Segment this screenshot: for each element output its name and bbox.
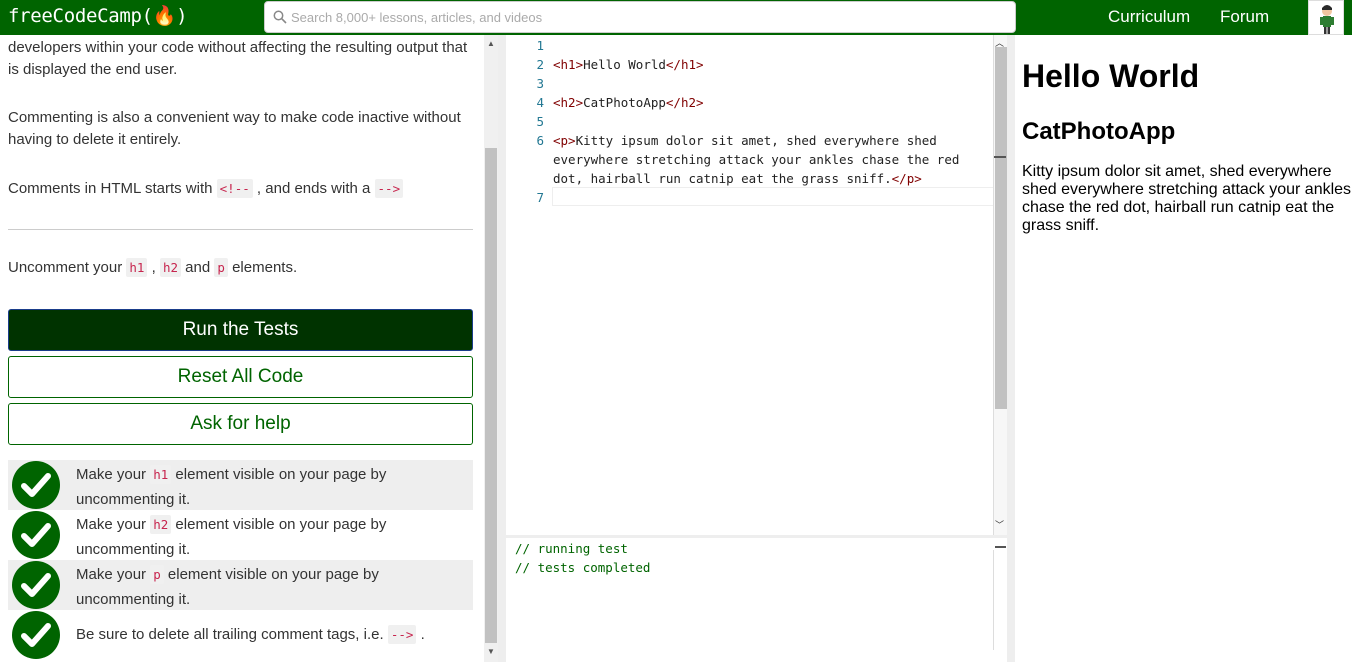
scroll-down-arrow-icon[interactable]: ﹀ [995,518,1004,531]
text-span: Comments in HTML starts with [8,180,217,197]
text-span: Make your [76,516,151,533]
line-number: 2 [536,57,544,72]
scroll-up-arrow-icon[interactable]: ︿ [995,36,1004,49]
line-number: 5 [536,114,544,129]
text-span: Uncomment your [8,259,127,276]
ask-for-help-button[interactable]: Ask for help [8,403,473,445]
code-editor[interactable]: 1 2 <h1>Hello World</h1> 3 4 <h2>CatPhotoA… [506,35,1007,535]
lesson-paragraph: Comments in HTML starts with <!-- , and … [8,178,474,200]
reset-code-button[interactable]: Reset All Code [8,356,473,398]
pane-resizer[interactable] [498,35,506,662]
line-number: 3 [536,76,544,91]
code-snippet: h1 [150,465,172,484]
test-item: Be sure to delete all trailing comment t… [8,610,473,660]
text-span: and [181,259,215,276]
console-line: // running test [515,541,628,556]
divider [8,229,473,230]
check-icon [12,611,60,659]
scroll-down-arrow-icon[interactable]: ▼ [487,647,495,656]
code-snippet: h2 [159,258,182,277]
check-icon [12,561,60,609]
code-snippet: h2 [150,515,172,534]
line-number: 6 [536,133,544,148]
task-instruction: Uncomment your h1 , h2 and p elements. [8,257,474,279]
nav-curriculum-link[interactable]: Curriculum [1108,7,1190,27]
avatar[interactable] [1308,0,1344,35]
line-code: <h1>Hello World</h1> [553,57,704,72]
overview-ruler-marker [994,156,1006,158]
text-span: Make your [76,566,151,583]
preview-heading-2: CatPhotoApp [1022,118,1176,145]
preview-pane: Hello World CatPhotoApp Kitty ipsum dolo… [1015,38,1352,658]
text-span: , and ends with a [252,180,375,197]
scrollbar-thumb[interactable] [995,47,1007,409]
text-span: Be sure to delete all trailing comment t… [76,626,388,643]
run-tests-button[interactable]: Run the Tests [8,309,473,351]
line-number: 4 [536,95,544,110]
lesson-paragraph: developers within your code without affe… [8,39,468,78]
lesson-panel: developers within your code without affe… [0,35,484,662]
test-text: Be sure to delete all trailing comment t… [76,622,466,647]
user-avatar-icon [1320,5,1334,34]
check-icon [12,461,60,509]
code-snippet: --> [374,179,404,198]
line-code: <h2>CatPhotoApp</h2> [553,95,704,110]
line-number: 7 [536,190,544,205]
search-box[interactable] [264,1,1016,33]
scroll-up-arrow-icon[interactable]: ▲ [487,39,495,48]
console-line: // tests completed [515,560,651,575]
line-code: <p>Kitty ipsum dolor sit amet, shed ever… [553,133,967,186]
text-span: , [147,259,160,276]
code-snippet: p [214,258,228,277]
code-snippet: --> [387,625,417,644]
console-scrollbar[interactable] [993,550,1007,650]
preview-heading-1: Hello World [1022,58,1200,94]
test-text: Make your h2 element visible on your pag… [76,512,466,562]
check-icon [12,511,60,559]
test-output-console: // running test // tests completed [506,535,1007,662]
text-span: elements. [227,259,298,276]
pane-resizer[interactable] [1007,35,1015,662]
top-navbar: freeCodeCamp(🔥) Curriculum Forum [0,0,1352,35]
nav-forum-link[interactable]: Forum [1220,7,1269,27]
code-snippet: p [150,565,164,584]
test-text: Make your h1 element visible on your pag… [76,462,466,512]
code-snippet: h1 [126,258,148,277]
lesson-paragraph: Commenting is also a convenient way to m… [8,109,461,148]
search-icon [273,10,287,24]
code-snippet: <!-- [216,179,253,198]
lesson-scrollbar[interactable]: ▲ ▼ [484,35,498,662]
test-item: Make your p element visible on your page… [8,560,473,610]
current-line-highlight [552,187,1007,206]
editor-scrollbar[interactable] [993,35,1007,535]
test-text: Make your p element visible on your page… [76,562,466,612]
scrollbar-thumb[interactable] [485,148,497,643]
text-span: Make your [76,466,151,483]
overview-ruler-marker [995,546,1006,548]
text-span: . [416,626,425,643]
test-item: Make your h2 element visible on your pag… [8,510,473,560]
search-input[interactable] [291,6,991,28]
line-number: 1 [536,38,544,53]
test-item: Make your h1 element visible on your pag… [8,460,473,510]
preview-paragraph: Kitty ipsum dolor sit amet, shed everywh… [1022,163,1352,234]
freecodecamp-logo[interactable]: freeCodeCamp(🔥) [8,4,188,27]
